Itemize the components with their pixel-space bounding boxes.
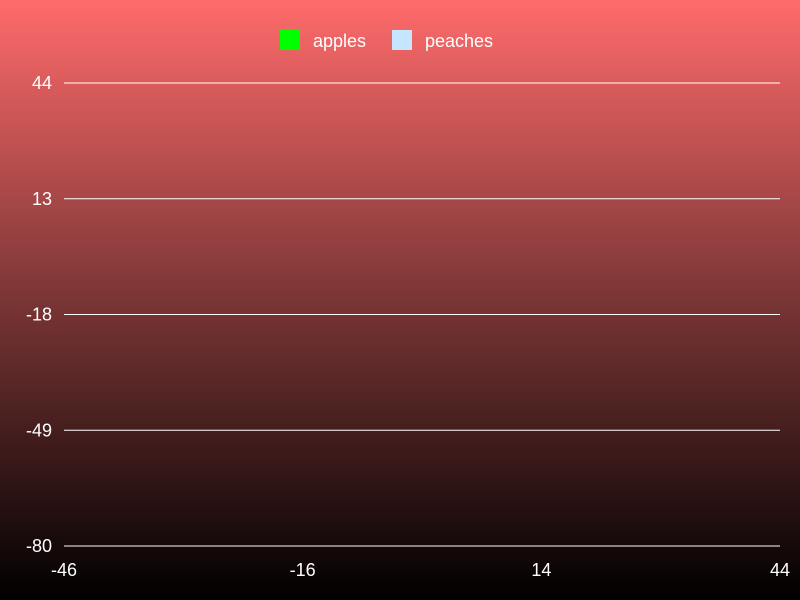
legend-swatch (280, 30, 300, 50)
chart: 44 13 -18 -49 -80 -46 -16 14 44 apples peaches (0, 0, 800, 600)
legend-label: peaches (425, 31, 493, 51)
chart-svg: 44 13 -18 -49 -80 -46 -16 14 44 apples peaches (26, 30, 790, 580)
x-tick-label: -46 (51, 560, 77, 580)
y-tick-label: -80 (26, 536, 52, 556)
legend: apples peaches (280, 30, 493, 51)
legend-item-apples: apples (280, 30, 366, 51)
y-axis-tick-labels: 44 13 -18 -49 -80 (26, 73, 52, 556)
legend-label: apples (313, 31, 366, 51)
y-tick-label: -18 (26, 305, 52, 325)
grid-lines (64, 82, 780, 547)
x-tick-label: 14 (531, 560, 551, 580)
x-tick-label: 44 (770, 560, 790, 580)
legend-swatch (392, 30, 412, 50)
y-tick-label: -49 (26, 420, 52, 440)
legend-item-peaches: peaches (392, 30, 493, 51)
y-tick-label: 13 (32, 189, 52, 209)
x-axis-tick-labels: -46 -16 14 44 (51, 560, 790, 580)
x-tick-label: -16 (290, 560, 316, 580)
y-tick-label: 44 (32, 73, 52, 93)
